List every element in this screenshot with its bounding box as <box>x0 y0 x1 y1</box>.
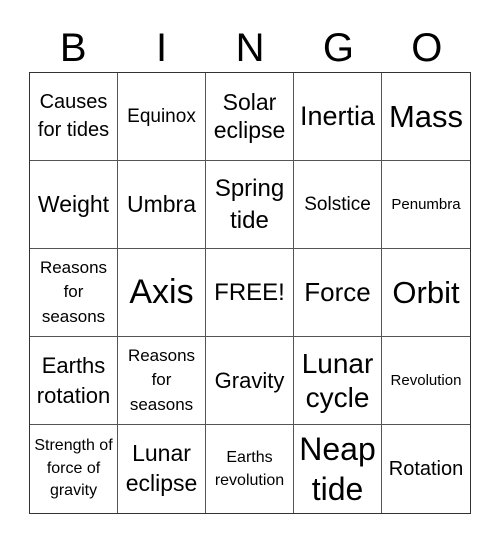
bingo-cell[interactable]: Revolution <box>382 337 470 425</box>
bingo-cell[interactable]: Mass <box>382 73 470 161</box>
bingo-cell[interactable]: Reasons for seasons <box>118 337 206 425</box>
bingo-cell: FREE! <box>206 249 294 337</box>
header-letter-b: B <box>59 26 87 70</box>
bingo-cell[interactable]: Causes for tides <box>30 73 118 161</box>
bingo-header: B I N G O <box>29 24 471 72</box>
bingo-cell[interactable]: Inertia <box>294 73 382 161</box>
bingo-cell[interactable]: Force <box>294 249 382 337</box>
bingo-cell[interactable]: Spring tide <box>206 161 294 249</box>
bingo-grid: Causes for tides Equinox Solar eclipse I… <box>29 72 471 514</box>
bingo-cell[interactable]: Solstice <box>294 161 382 249</box>
bingo-cell[interactable]: Strength of force of gravity <box>30 425 118 513</box>
header-letter-n: N <box>235 26 265 70</box>
bingo-cell[interactable]: Lunar cycle <box>294 337 382 425</box>
bingo-cell[interactable]: Axis <box>118 249 206 337</box>
bingo-cell[interactable]: Umbra <box>118 161 206 249</box>
bingo-cell[interactable]: Rotation <box>382 425 470 513</box>
header-letter-o: O <box>411 26 443 70</box>
bingo-cell[interactable]: Gravity <box>206 337 294 425</box>
bingo-cell[interactable]: Reasons for seasons <box>30 249 118 337</box>
bingo-cell[interactable]: Neap tide <box>294 425 382 513</box>
bingo-cell[interactable]: Lunar eclipse <box>118 425 206 513</box>
bingo-cell[interactable]: Earths revolution <box>206 425 294 513</box>
bingo-cell[interactable]: Solar eclipse <box>206 73 294 161</box>
bingo-cell[interactable]: Weight <box>30 161 118 249</box>
header-letter-g: G <box>322 26 354 70</box>
bingo-cell[interactable]: Equinox <box>118 73 206 161</box>
header-letter-i: I <box>156 26 168 70</box>
bingo-cell[interactable]: Orbit <box>382 249 470 337</box>
bingo-cell[interactable]: Earths rotation <box>30 337 118 425</box>
bingo-cell[interactable]: Penumbra <box>382 161 470 249</box>
